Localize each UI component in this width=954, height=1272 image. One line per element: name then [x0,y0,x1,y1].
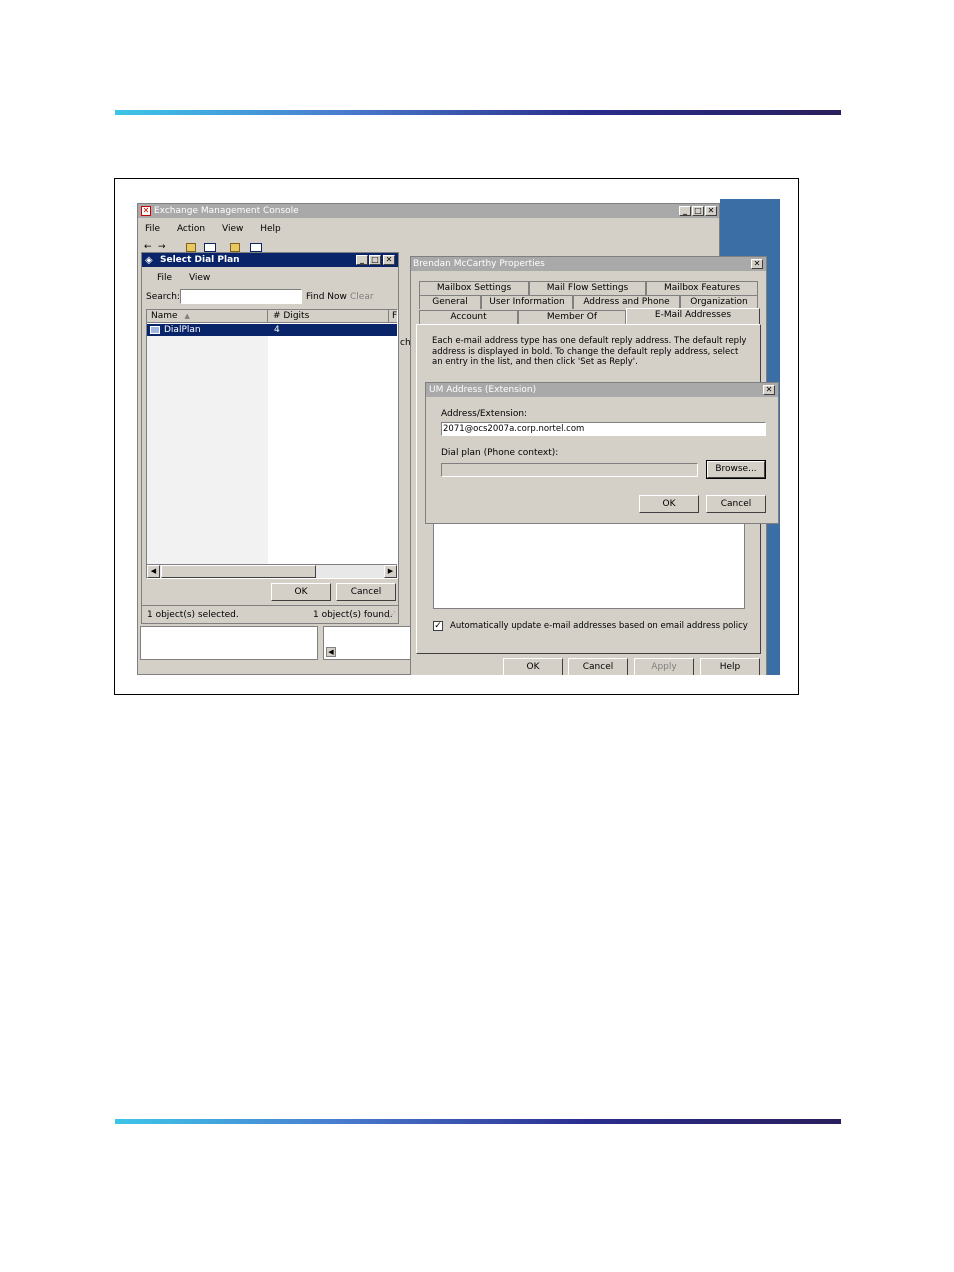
properties-ok-button[interactable]: OK [503,658,563,675]
dial-plan-menubar: File View [157,273,224,283]
scroll-right-icon[interactable]: ▶ [384,565,397,578]
screenshot-area: ✕ Exchange Management Console _ □ ✕ File… [135,199,780,675]
dial-plan-title: Select Dial Plan [160,255,240,265]
tab-e-mail-addresses[interactable]: E-Mail Addresses [626,308,760,324]
scroll-left-icon[interactable]: ◀ [147,565,160,578]
column-header-name[interactable]: Name ▲ [147,310,268,323]
tab-mail-flow-settings[interactable]: Mail Flow Settings [529,281,646,295]
column-header-digits[interactable]: # Digits [269,310,389,323]
e-mail-address-list[interactable] [433,521,745,609]
resize-grip-icon[interactable]: ⋰ [388,610,396,619]
sort-up-icon: ▲ [184,312,190,320]
list-name-column-bg [147,324,268,564]
browse-button[interactable]: Browse... [706,460,766,479]
status-bar: 1 object(s) selected. 1 object(s) found.… [142,605,398,623]
um-dialog-title: UM Address (Extension) [429,385,537,395]
menu-view[interactable]: View [189,273,210,283]
menu-view[interactable]: View [222,224,243,234]
close-icon[interactable]: ✕ [383,255,395,265]
emc-title: Exchange Management Console [154,206,299,216]
tab-member-of[interactable]: Member Of [518,310,626,324]
tab-mailbox-features[interactable]: Mailbox Features [646,281,758,295]
dial-plan-input [441,463,698,477]
properties-title: Brendan McCarthy Properties [413,259,545,269]
properties-help-button[interactable]: Help [700,658,760,675]
forward-icon[interactable]: → [158,242,166,252]
close-icon[interactable]: ✕ [705,206,717,216]
list-icon[interactable] [250,243,262,252]
dialplan-name: DialPlan [164,325,201,335]
close-icon[interactable]: ✕ [763,385,775,395]
dial-plan-cancel-button[interactable]: Cancel [336,583,396,601]
menu-help[interactable]: Help [260,224,281,234]
refresh-icon[interactable] [230,243,240,252]
select-dial-plan-window: ◈ Select Dial Plan _ □ ✕ File View Searc… [141,252,399,624]
auto-update-label: Automatically update e-mail addresses ba… [450,621,748,631]
emc-menubar: File Action View Help [145,224,295,234]
emc-bottom-right-pane: ◀ [323,626,413,660]
dialplan-row-icon [150,326,160,334]
tab-address-and-phone[interactable]: Address and Phone [573,295,680,309]
maximize-icon[interactable]: □ [692,206,704,216]
emc-bottom-left-pane [140,626,318,660]
horizontal-scrollbar[interactable]: ◀ ▶ [147,564,397,578]
emc-titlebar[interactable]: ✕ Exchange Management Console _ □ ✕ [138,204,719,218]
um-dialog-titlebar[interactable]: UM Address (Extension) ✕ [426,383,778,397]
list-header: Name ▲ # Digits F [147,310,397,323]
dialplan-digits: 4 [274,325,280,335]
menu-file[interactable]: File [157,273,172,283]
tab-account[interactable]: Account [419,310,518,324]
dial-plan-label: Dial plan (Phone context): [441,448,559,458]
header-rule [115,110,841,115]
properties-apply-button[interactable]: Apply [634,658,694,675]
status-selected: 1 object(s) selected. [147,610,239,620]
dial-plan-list: Name ▲ # Digits F DialPlan 4 ◀ ▶ [146,309,398,579]
clear-button[interactable]: Clear [350,292,374,302]
properties-cancel-button[interactable]: Cancel [568,658,628,675]
minimize-icon[interactable]: _ [356,255,368,265]
search-input[interactable] [180,289,302,304]
find-now-button[interactable]: Find Now [306,292,347,302]
close-icon[interactable]: ✕ [751,259,763,269]
scroll-left-icon[interactable]: ◀ [326,647,336,657]
maximize-icon[interactable]: □ [369,255,381,265]
footer-rule [115,1119,841,1124]
properties-titlebar[interactable]: Brendan McCarthy Properties ✕ [411,257,766,271]
menu-action[interactable]: Action [177,224,205,234]
um-cancel-button[interactable]: Cancel [706,495,766,513]
search-label: Search: [146,292,180,302]
grid-icon[interactable] [204,243,216,252]
column-header-f[interactable]: F [391,310,399,323]
status-found: 1 object(s) found. [313,610,393,620]
folder-icon[interactable] [186,243,196,252]
menu-file[interactable]: File [145,224,160,234]
dial-plan-titlebar[interactable]: ◈ Select Dial Plan _ □ ✕ [142,253,398,267]
table-row[interactable]: DialPlan 4 [147,324,397,336]
address-extension-input[interactable]: 2071@ocs2007a.corp.nortel.com [441,422,766,436]
exchange-icon: ✕ [141,206,151,216]
scroll-thumb[interactable] [161,565,316,578]
tab-mailbox-settings[interactable]: Mailbox Settings [419,281,529,295]
e-mail-description: Each e-mail address type has one default… [432,336,747,367]
address-extension-label: Address/Extension: [441,409,528,419]
tab-organization[interactable]: Organization [680,295,758,309]
back-icon[interactable]: ← [144,242,152,252]
um-address-dialog: UM Address (Extension) ✕ Address/Extensi… [425,382,779,524]
dial-plan-window-icon: ◈ [145,255,153,266]
dial-plan-ok-button[interactable]: OK [271,583,331,601]
tab-general[interactable]: General [419,295,481,309]
auto-update-checkbox[interactable]: ✓ [433,621,443,631]
minimize-icon[interactable]: _ [679,206,691,216]
um-ok-button[interactable]: OK [639,495,699,513]
tab-user-information[interactable]: User Information [481,295,573,309]
